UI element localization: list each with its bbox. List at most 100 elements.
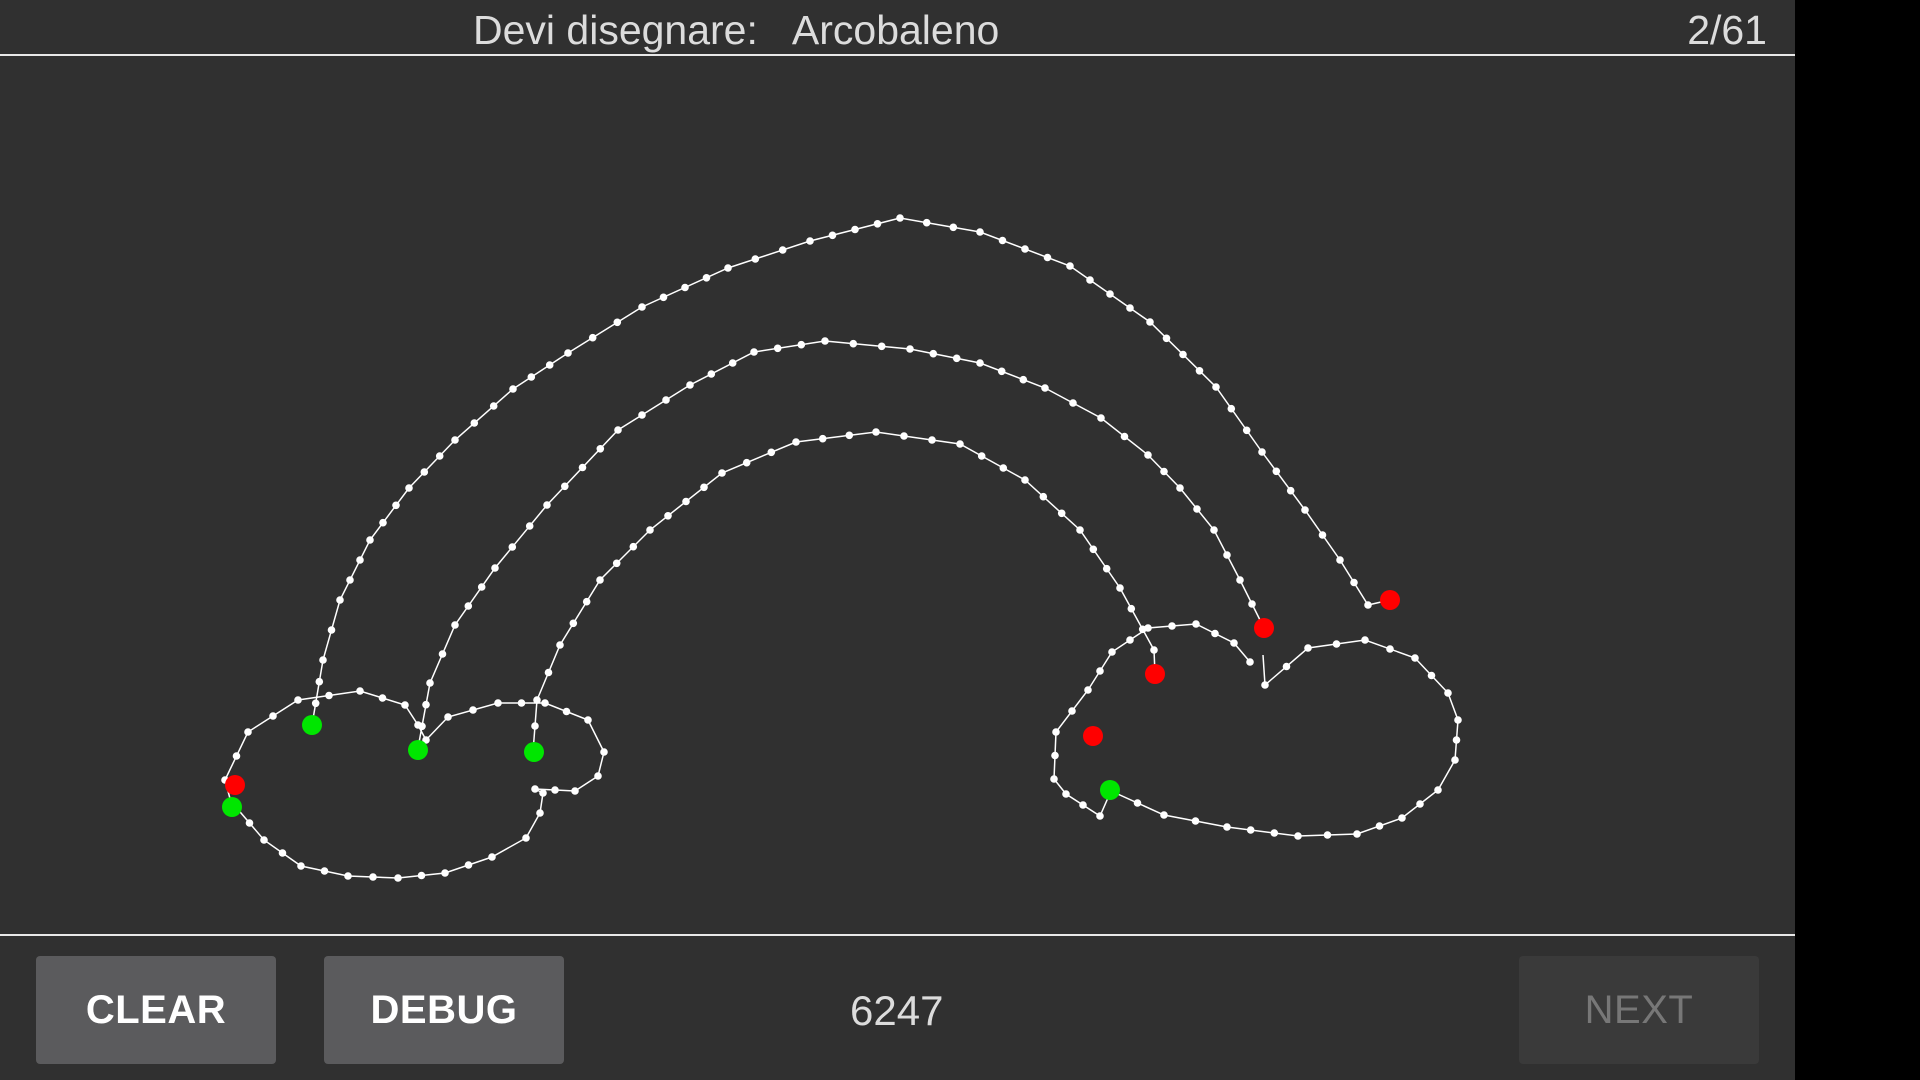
stroke-point bbox=[638, 411, 646, 419]
strokes bbox=[224, 217, 1459, 879]
stroke-point bbox=[1144, 624, 1152, 632]
stroke-point bbox=[664, 512, 672, 520]
stroke-point bbox=[294, 696, 302, 704]
stroke-point bbox=[438, 650, 447, 658]
stroke-point bbox=[451, 621, 459, 629]
stroke-point bbox=[1301, 506, 1309, 514]
stroke-point bbox=[600, 748, 608, 756]
stroke-point bbox=[344, 872, 352, 880]
clear-button[interactable]: CLEAR bbox=[36, 956, 276, 1064]
stroke-point bbox=[1086, 276, 1094, 284]
stroke-point bbox=[1179, 350, 1187, 359]
stroke-point bbox=[369, 873, 377, 881]
stroke-line bbox=[532, 431, 1156, 753]
next-button[interactable]: NEXT bbox=[1519, 956, 1759, 1064]
stroke-point bbox=[584, 716, 592, 724]
stroke-point bbox=[1434, 786, 1442, 794]
stroke-point bbox=[1102, 564, 1111, 573]
drawing-prompt: Devi disegnare: Arcobaleno bbox=[473, 4, 999, 56]
stroke-point bbox=[1108, 648, 1116, 656]
stroke-point bbox=[1353, 830, 1361, 838]
stroke-point bbox=[394, 874, 402, 882]
stroke-point bbox=[405, 484, 413, 492]
stroke-point bbox=[728, 359, 737, 367]
stroke-point bbox=[464, 861, 473, 869]
stroke-line bbox=[417, 340, 1265, 749]
stroke-point bbox=[1248, 600, 1256, 608]
stroke-point bbox=[1041, 384, 1049, 392]
stroke-point bbox=[578, 463, 587, 472]
stroke-point bbox=[1304, 644, 1312, 652]
stroke-point bbox=[469, 706, 477, 714]
debug-button[interactable]: DEBUG bbox=[324, 956, 564, 1064]
end-point bbox=[225, 775, 245, 795]
stroke-point bbox=[356, 687, 364, 695]
stroke-point bbox=[929, 349, 938, 358]
drawing-surface[interactable] bbox=[0, 56, 1795, 934]
stroke-point bbox=[311, 699, 320, 708]
stroke-point bbox=[1242, 426, 1251, 435]
stroke-point bbox=[435, 452, 444, 460]
stroke-point bbox=[1246, 658, 1254, 666]
stroke-point bbox=[873, 220, 882, 228]
stroke-point bbox=[997, 367, 1006, 376]
stroke-point bbox=[1223, 551, 1231, 559]
stroke-point bbox=[569, 619, 578, 628]
end-point bbox=[1083, 726, 1103, 746]
stroke-point bbox=[551, 786, 559, 794]
stroke-point bbox=[702, 274, 711, 282]
stroke-point bbox=[1454, 716, 1462, 724]
stroke-point bbox=[1120, 432, 1129, 441]
stroke-point bbox=[1375, 822, 1384, 830]
stroke-point bbox=[1160, 811, 1168, 819]
stroke-point bbox=[278, 849, 287, 857]
stroke-point bbox=[1364, 601, 1372, 609]
stroke-point bbox=[1162, 334, 1171, 343]
stroke-point bbox=[1452, 736, 1461, 744]
stroke-point bbox=[244, 728, 252, 736]
stroke-point bbox=[451, 436, 459, 444]
stroke-point bbox=[849, 339, 858, 348]
stroke-point bbox=[232, 752, 241, 760]
stroke-point bbox=[821, 337, 829, 345]
stroke-point bbox=[1211, 629, 1219, 638]
stroke-point bbox=[536, 809, 544, 817]
stroke-point bbox=[1021, 476, 1029, 484]
stroke-point bbox=[976, 228, 984, 236]
stroke-point bbox=[1332, 640, 1341, 648]
stroke-point bbox=[681, 283, 689, 292]
stroke-point bbox=[1336, 556, 1344, 564]
stroke-point bbox=[1150, 646, 1158, 654]
start-point bbox=[408, 740, 428, 760]
stroke-point bbox=[1021, 245, 1029, 253]
stroke-point bbox=[596, 576, 604, 584]
stroke-point bbox=[571, 787, 579, 795]
stroke-point bbox=[742, 458, 751, 467]
stroke-line bbox=[1053, 623, 1459, 837]
stroke-point bbox=[1193, 505, 1201, 513]
stroke-point bbox=[773, 344, 782, 353]
stroke-point bbox=[426, 679, 434, 687]
stroke-point bbox=[877, 342, 886, 351]
stroke-point bbox=[949, 223, 958, 232]
stroke-point bbox=[477, 583, 486, 591]
stroke-point bbox=[327, 626, 336, 634]
stroke-point bbox=[379, 518, 387, 527]
drawing-canvas[interactable] bbox=[0, 56, 1795, 934]
stroke-point bbox=[1261, 681, 1269, 689]
stroke-point bbox=[543, 501, 551, 509]
stroke-point bbox=[956, 440, 964, 448]
stroke-point bbox=[1236, 576, 1244, 584]
stroke-point bbox=[509, 385, 517, 393]
stroke-point bbox=[1195, 367, 1204, 375]
stroke-point bbox=[1444, 689, 1452, 697]
stroke-point bbox=[1069, 399, 1077, 407]
stroke-point bbox=[828, 231, 837, 240]
stroke-point bbox=[297, 862, 305, 870]
stroke-point bbox=[464, 602, 473, 610]
stroke-point bbox=[1411, 654, 1419, 662]
app-window: Devi disegnare: Arcobaleno 2/61 CLEAR DEB… bbox=[0, 0, 1795, 1080]
stroke-point bbox=[659, 293, 668, 302]
stroke-point bbox=[1126, 636, 1134, 644]
stroke-point bbox=[470, 419, 479, 427]
